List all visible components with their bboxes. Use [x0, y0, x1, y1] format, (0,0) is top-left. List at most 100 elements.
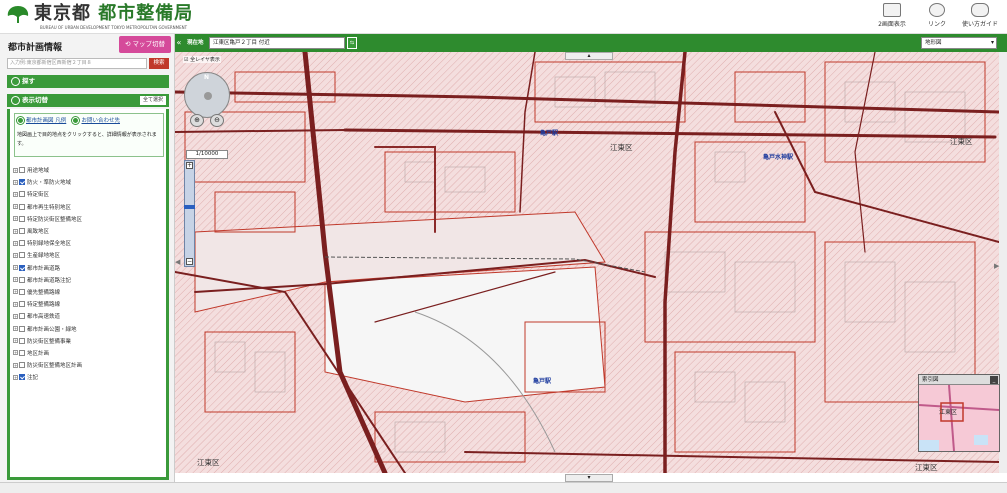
layer-label: 特定防災街区整備地区 [27, 216, 83, 223]
logo-english-text: BUREAU OF URBAN DEVELOPMENT TOKYO METROP… [40, 25, 188, 30]
dual-screen-button[interactable]: 2画面表示 [870, 3, 914, 31]
display-section-header[interactable]: 表示切替 全て選択 [7, 94, 169, 107]
layer-item[interactable]: + 特定整備路線 [13, 298, 167, 310]
layer-checkbox[interactable] [19, 215, 25, 222]
bullet-icon [17, 116, 24, 124]
address-search-input[interactable]: 入力例:東京都新宿区西新宿２丁目８ [7, 58, 147, 69]
expand-icon[interactable]: + [13, 289, 18, 295]
guide-button[interactable]: 使い方ガイド [958, 3, 1002, 31]
layer-item[interactable]: + 防災街区整備地区計画 [13, 359, 167, 371]
find-section-header[interactable]: 探す [7, 75, 169, 88]
layer-checkbox[interactable] [19, 301, 25, 308]
ward-label: 江東区 [197, 458, 220, 467]
layer-item[interactable]: + 都市計画道路 [13, 262, 167, 274]
expand-icon[interactable]: + [13, 301, 18, 307]
dual-screen-icon [883, 3, 901, 17]
layer-checkbox[interactable] [19, 374, 25, 381]
layer-item[interactable]: + 生産緑地地区 [13, 249, 167, 261]
expand-icon[interactable]: + [13, 228, 18, 234]
zoom-plus-button[interactable]: + [186, 162, 193, 169]
expand-icon[interactable]: + [13, 362, 18, 368]
expand-icon[interactable]: + [13, 240, 18, 246]
layer-checkbox[interactable] [19, 191, 25, 198]
layer-checkbox[interactable] [19, 313, 25, 320]
layer-item[interactable]: + 都市計画道路注記 [13, 274, 167, 286]
right-arrow-icon[interactable]: ▶ [994, 262, 1000, 276]
expand-icon[interactable]: + [13, 252, 18, 258]
layer-list: + 用途地域 + 防火・準防火地域 + 特定街区 + 都市再生特別地区 + 特定防災街区整備地区 +… [13, 164, 167, 383]
layer-checkbox[interactable] [19, 325, 25, 332]
expand-icon[interactable]: + [13, 338, 18, 344]
layer-label: 防火・準防火地域 [27, 180, 72, 187]
layer-item[interactable]: + 注記 [13, 371, 167, 383]
layer-checkbox[interactable] [19, 337, 25, 344]
display-all-toggle[interactable]: ☑ 全レイヤ表示 [183, 56, 221, 63]
layer-checkbox[interactable] [19, 203, 25, 210]
address-go-button[interactable]: ⇆ [347, 37, 357, 49]
bottom-expand-tab[interactable]: ▾ [565, 474, 613, 482]
select-all-button[interactable]: 全て選択 [139, 96, 166, 105]
logo-main-text: 東京都 [34, 3, 91, 24]
zoom-out-icon[interactable]: ⊖ [210, 114, 224, 127]
left-arrow-icon[interactable]: ◀ [175, 258, 181, 272]
layer-item[interactable]: + 特別緑地保全地区 [13, 237, 167, 249]
expand-icon[interactable]: + [13, 277, 18, 283]
layer-checkbox[interactable] [19, 288, 25, 295]
pan-control[interactable]: N [184, 72, 230, 118]
expand-icon[interactable]: + [13, 167, 18, 173]
layer-checkbox[interactable] [19, 362, 25, 369]
expand-icon[interactable]: + [13, 326, 18, 332]
map-canvas[interactable]: 江東区 江東区 江東区 江東区 亀戸駅 亀戸水神駅 亀戸駅 [175, 52, 999, 473]
expand-icon[interactable]: + [13, 216, 18, 222]
layer-item[interactable]: + 特定防災街区整備地区 [13, 213, 167, 225]
layer-checkbox[interactable] [19, 179, 25, 186]
zoom-in-icon[interactable]: ⊕ [190, 114, 204, 127]
layer-checkbox[interactable] [19, 252, 25, 259]
expand-icon[interactable]: + [13, 204, 18, 210]
layer-label: 地区計画 [27, 350, 50, 357]
layer-item[interactable]: + 防火・準防火地域 [13, 176, 167, 188]
layer-label: 都市再生特別地区 [27, 204, 72, 211]
layer-checkbox[interactable] [19, 228, 25, 235]
overview-map[interactable]: 索引図 _ 江東区 [918, 374, 1000, 452]
overview-map-view[interactable]: 江東区 [919, 385, 999, 451]
zoom-slider-knob[interactable] [184, 205, 195, 209]
layer-item[interactable]: + 都市再生特別地区 [13, 201, 167, 213]
tokyo-ginkgo-logo-icon [7, 6, 29, 23]
layer-checkbox[interactable] [19, 264, 25, 271]
site-logo[interactable]: 東京都 都市整備局 BUREAU OF URBAN DEVELOPMENT TO… [6, 3, 193, 30]
layer-item[interactable]: + 防災街区整備事業 [13, 335, 167, 347]
layer-item[interactable]: + 都市計画公園・緑地 [13, 322, 167, 334]
layer-item[interactable]: + 優先整備路線 [13, 286, 167, 298]
layer-item[interactable]: + 地区計画 [13, 347, 167, 359]
layer-checkbox[interactable] [19, 276, 25, 283]
layer-label: 都市高速鉄道 [27, 314, 61, 321]
expand-icon[interactable]: + [13, 350, 18, 356]
current-address-field[interactable]: 江東区亀戸２丁目 付近 [209, 37, 345, 49]
layer-item[interactable]: + 風致地区 [13, 225, 167, 237]
layer-checkbox[interactable] [19, 349, 25, 356]
link-button[interactable]: リンク [915, 3, 959, 31]
collapse-panel-button[interactable]: « [175, 36, 183, 50]
search-icon [11, 77, 20, 86]
expand-icon[interactable]: + [13, 265, 18, 271]
zoom-minus-button[interactable]: − [186, 258, 193, 265]
layer-checkbox[interactable] [19, 167, 25, 174]
expand-icon[interactable]: + [13, 191, 18, 197]
expand-icon[interactable]: + [13, 313, 18, 319]
zoom-slider[interactable]: + − [184, 160, 195, 267]
contact-link[interactable]: お問い合わせ先 [72, 116, 120, 124]
search-button[interactable]: 検索 [149, 58, 169, 69]
layer-checkbox[interactable] [19, 240, 25, 247]
expand-icon[interactable]: + [13, 374, 18, 380]
info-text: 地図画上で目的地点をクリックすると、詳細情報が表示されます。 [17, 131, 157, 147]
expand-icon[interactable]: + [13, 179, 18, 185]
layer-item[interactable]: + 特定街区 [13, 188, 167, 200]
top-expand-tab[interactable]: ▴ [565, 52, 613, 60]
layer-item[interactable]: + 都市高速鉄道 [13, 310, 167, 322]
overview-minimize-button[interactable]: _ [990, 376, 998, 384]
layer-item[interactable]: + 用途地域 [13, 164, 167, 176]
legend-link[interactable]: 都市計画図 凡例 [17, 116, 66, 124]
map-switch-button[interactable]: ⟲ マップ切替 [119, 36, 171, 53]
map-type-select[interactable]: 地形図 [921, 37, 997, 49]
